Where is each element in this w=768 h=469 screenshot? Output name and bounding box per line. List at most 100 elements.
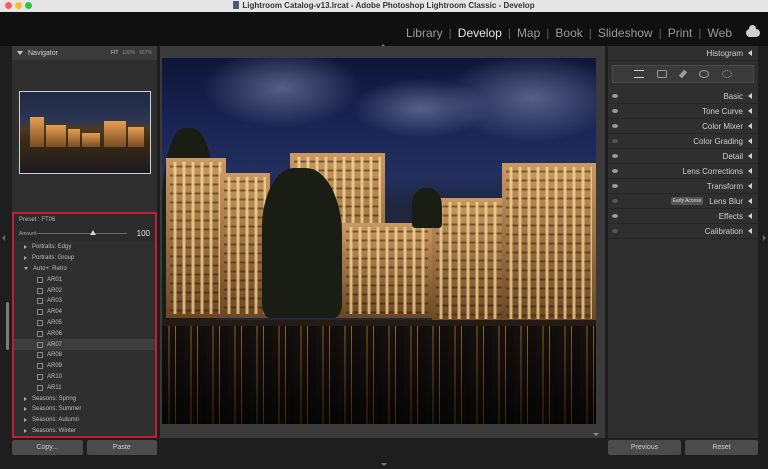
module-book[interactable]: Book bbox=[549, 26, 588, 40]
panel-label: Color Grading bbox=[693, 136, 743, 146]
eye-icon[interactable] bbox=[612, 109, 618, 113]
module-print[interactable]: Print bbox=[662, 26, 699, 40]
preset-group[interactable]: Seasons: Summer bbox=[14, 404, 155, 415]
preset-label: AR01 bbox=[47, 276, 63, 283]
preset-label: AR02 bbox=[47, 287, 63, 294]
eye-icon[interactable] bbox=[612, 199, 618, 203]
healing-brush-icon[interactable] bbox=[678, 69, 688, 79]
zoom-option[interactable]: FIT bbox=[111, 50, 119, 56]
left-panel-toggle-icon[interactable] bbox=[2, 235, 5, 241]
preset-label: AR11 bbox=[47, 384, 62, 391]
preset-item[interactable]: AR02 bbox=[14, 285, 155, 296]
eye-icon[interactable] bbox=[612, 94, 618, 98]
zoom-option[interactable]: 667% bbox=[139, 50, 152, 56]
expand-triangle-icon bbox=[748, 183, 752, 189]
preset-label: AR06 bbox=[47, 330, 63, 337]
module-slideshow[interactable]: Slideshow bbox=[592, 26, 659, 40]
panel-lens-corrections[interactable]: Lens Corrections bbox=[608, 164, 758, 179]
panel-color-grading[interactable]: Color Grading bbox=[608, 134, 758, 149]
eye-icon[interactable] bbox=[612, 229, 618, 233]
filmstrip-toggle-icon[interactable] bbox=[593, 433, 599, 436]
current-preset-label: Preset : FT06 bbox=[19, 217, 56, 223]
preset-icon bbox=[37, 352, 43, 359]
right-panel: Histogram Basic Tone Curve Color Mixer Colo… bbox=[608, 46, 758, 438]
preset-item[interactable]: AR05 bbox=[14, 318, 155, 329]
preset-item[interactable]: AR03 bbox=[14, 296, 155, 307]
preset-item[interactable]: AR06 bbox=[14, 328, 155, 339]
preset-group[interactable]: Seasons: Autumn bbox=[14, 415, 155, 426]
expand-triangle-icon bbox=[748, 228, 752, 234]
panel-transform[interactable]: Transform bbox=[608, 179, 758, 194]
eye-icon[interactable] bbox=[612, 124, 618, 128]
navigator-header[interactable]: Navigator FIT 100% 667% bbox=[12, 46, 157, 60]
eye-icon[interactable] bbox=[612, 214, 618, 218]
preset-icon bbox=[37, 287, 43, 294]
preset-group[interactable]: Seasons: Winter bbox=[14, 426, 155, 437]
amount-slider[interactable] bbox=[37, 230, 127, 235]
panel-tone-curve[interactable]: Tone Curve bbox=[608, 104, 758, 119]
previous-button[interactable]: Previous bbox=[608, 440, 681, 455]
module-develop[interactable]: Develop bbox=[452, 26, 508, 40]
presets-list: Portraits: Edgy Portraits: Group Auto+: Re… bbox=[14, 241, 155, 436]
preset-group[interactable]: Portraits: Edgy bbox=[14, 242, 155, 253]
preset-item[interactable]: AR07 bbox=[14, 339, 155, 350]
presets-scrollbar[interactable] bbox=[6, 302, 9, 350]
amount-value[interactable]: 100 bbox=[137, 229, 150, 238]
panel-calibration[interactable]: Calibration bbox=[608, 224, 758, 239]
expand-triangle-icon bbox=[748, 123, 752, 129]
panel-lens-blur[interactable]: Early Access Lens Blur bbox=[608, 194, 758, 209]
expand-triangle-icon bbox=[748, 138, 752, 144]
copy-settings-button[interactable]: Copy... bbox=[12, 440, 83, 455]
edit-sliders-icon[interactable] bbox=[633, 70, 644, 78]
amount-slider-thumb[interactable] bbox=[89, 230, 96, 235]
photo-preview[interactable] bbox=[162, 58, 596, 424]
collapsed-triangle-icon bbox=[24, 418, 27, 423]
left-panel: Navigator FIT 100% 667% Preset : FT06 Amou… bbox=[12, 46, 157, 438]
module-library[interactable]: Library bbox=[400, 26, 449, 40]
amount-label: Amount bbox=[19, 230, 37, 237]
reset-button[interactable]: Reset bbox=[685, 440, 758, 455]
preset-item[interactable]: AR09 bbox=[14, 361, 155, 372]
eye-icon[interactable] bbox=[612, 184, 618, 188]
module-web[interactable]: Web bbox=[702, 26, 738, 40]
preset-group[interactable]: Portraits: Group bbox=[14, 253, 155, 264]
crop-icon[interactable] bbox=[657, 70, 668, 78]
preset-item[interactable]: AR08 bbox=[14, 350, 155, 361]
preset-label: Seasons: Summer bbox=[32, 406, 82, 413]
panel-basic[interactable]: Basic bbox=[608, 89, 758, 104]
expand-triangle-icon bbox=[748, 168, 752, 174]
expand-triangle-icon bbox=[748, 213, 752, 219]
preset-group[interactable]: Auto+: Retro bbox=[14, 264, 155, 275]
histogram-header[interactable]: Histogram bbox=[608, 46, 758, 61]
preset-label: Seasons: Autumn bbox=[32, 417, 80, 424]
bottom-panel-toggle-icon[interactable] bbox=[381, 463, 387, 466]
panel-detail[interactable]: Detail bbox=[608, 149, 758, 164]
eye-icon[interactable] bbox=[612, 139, 618, 143]
eye-icon[interactable] bbox=[612, 154, 618, 158]
preset-item[interactable]: AR10 bbox=[14, 372, 155, 383]
masking-icon[interactable] bbox=[698, 70, 709, 78]
left-bottom-buttons: Copy... Paste bbox=[12, 440, 157, 455]
collapsed-triangle-icon bbox=[24, 396, 27, 401]
red-eye-icon[interactable] bbox=[722, 70, 733, 78]
preset-label: Seasons: Winter bbox=[32, 427, 77, 434]
panel-color-mixer[interactable]: Color Mixer bbox=[608, 119, 758, 134]
window-titlebar: Lightroom Catalog-v13.lrcat - Adobe Phot… bbox=[0, 0, 768, 12]
module-map[interactable]: Map bbox=[511, 26, 546, 40]
eye-icon[interactable] bbox=[612, 169, 618, 173]
panel-label: Lens Blur bbox=[709, 196, 743, 206]
preset-icon bbox=[37, 341, 43, 348]
panel-effects[interactable]: Effects bbox=[608, 209, 758, 224]
panel-label: Tone Curve bbox=[702, 106, 743, 116]
navigator-preview[interactable] bbox=[19, 91, 151, 174]
preset-item[interactable]: AR01 bbox=[14, 274, 155, 285]
panel-label: Basic bbox=[723, 91, 743, 101]
zoom-option[interactable]: 100% bbox=[122, 50, 135, 56]
preset-item[interactable]: AR11 bbox=[14, 382, 155, 393]
paste-settings-button[interactable]: Paste bbox=[86, 440, 157, 455]
preset-group[interactable]: Seasons: Spring bbox=[14, 393, 155, 404]
cloud-sync-icon[interactable] bbox=[746, 25, 760, 37]
right-panel-toggle-icon[interactable] bbox=[763, 235, 766, 241]
preset-item[interactable]: AR04 bbox=[14, 307, 155, 318]
preset-label: Portraits: Edgy bbox=[32, 244, 72, 251]
